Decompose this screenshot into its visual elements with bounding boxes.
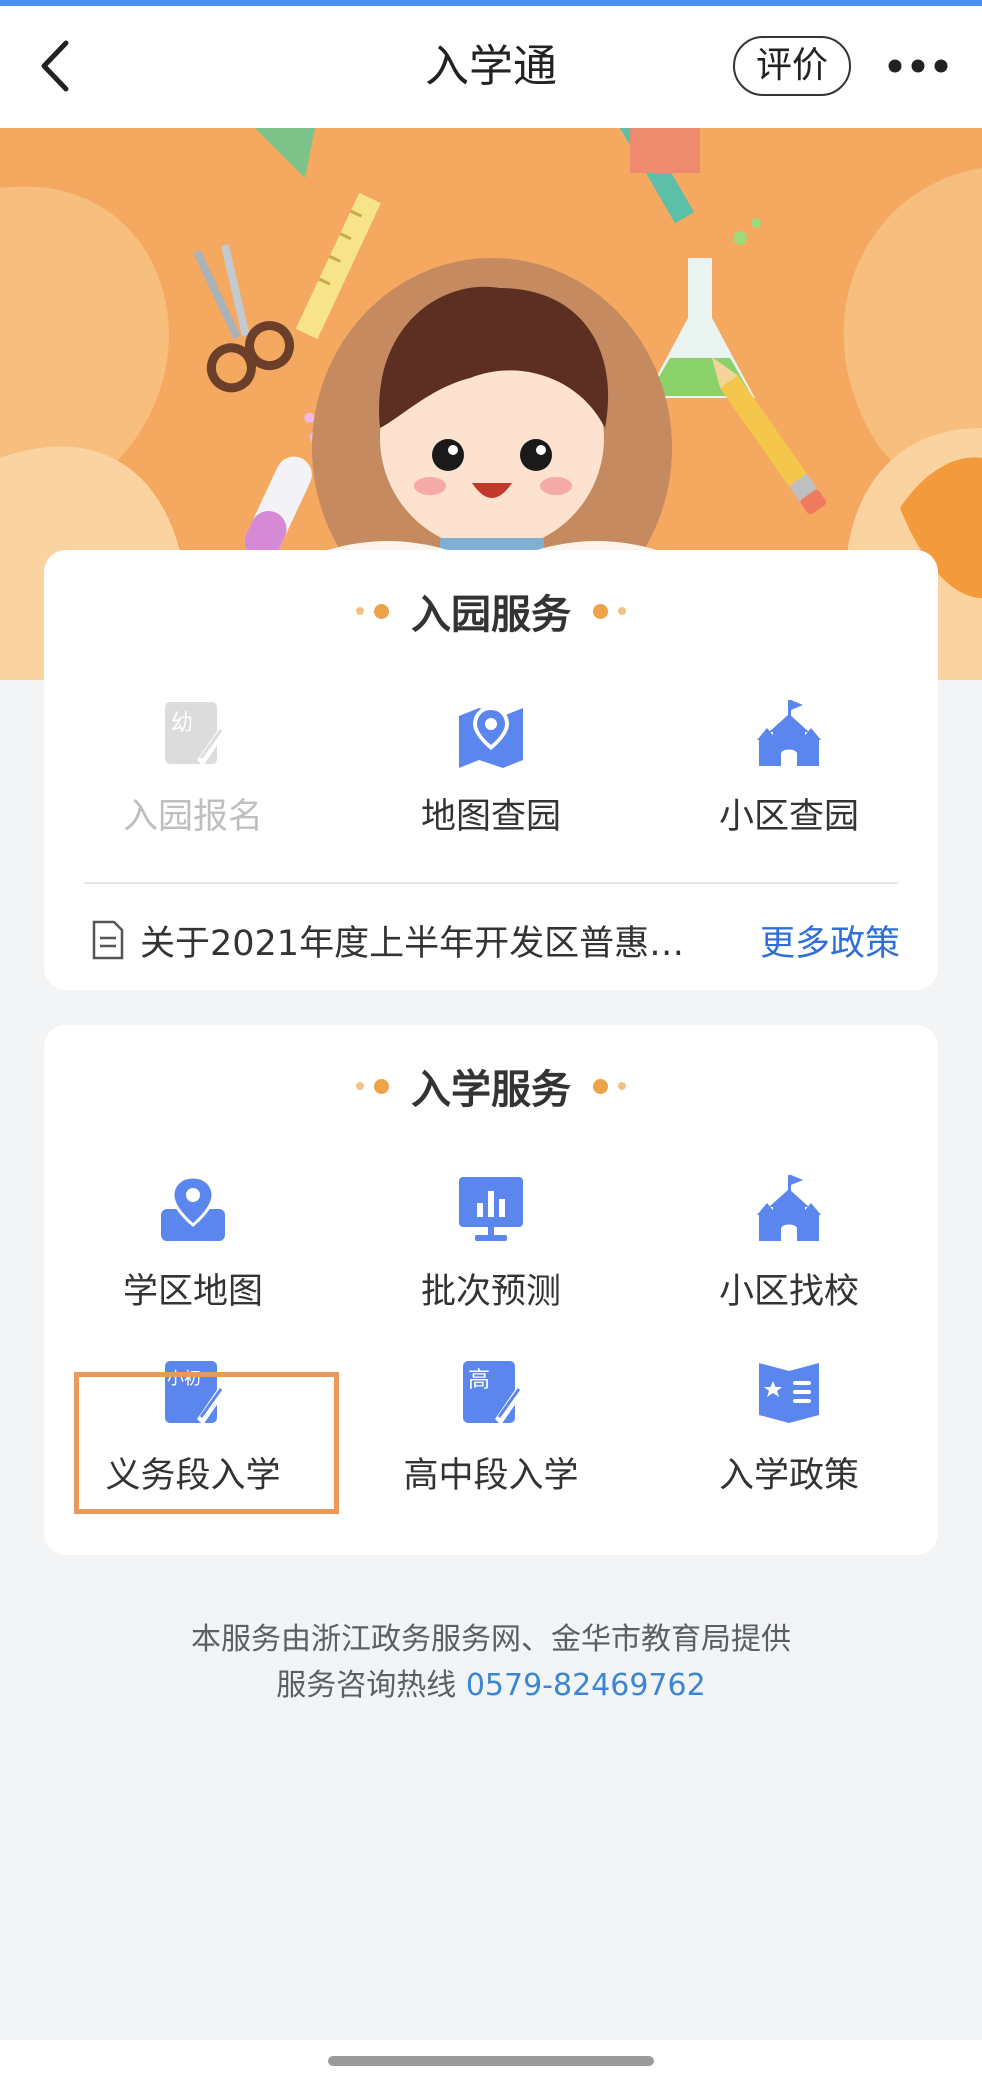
more-button[interactable] — [878, 46, 958, 86]
more-policies-link[interactable]: 更多政策 — [760, 915, 900, 966]
document-icon — [92, 920, 124, 960]
footer-provider-text: 本服务由浙江政务服务网、金华市教育局提供 — [191, 1622, 791, 1657]
icon-badge-text: 高 — [468, 1368, 490, 1393]
chart-board-icon — [459, 1177, 523, 1241]
service-label: 入学政策 — [718, 1456, 859, 1496]
castle-icon — [757, 1175, 821, 1241]
svg-text:幼: 幼 — [171, 711, 193, 736]
service-label: 学区地图 — [122, 1272, 263, 1312]
kindergarten-section-title: 入园服务 — [411, 592, 571, 638]
back-button[interactable] — [26, 36, 86, 96]
rate-button[interactable]: 评价 — [733, 36, 851, 96]
home-indicator[interactable] — [328, 2056, 654, 2066]
footer-hotline: 服务咨询热线 0579-82469762 — [0, 1660, 982, 1704]
policy-book-icon — [759, 1363, 819, 1423]
right-decor-dots — [593, 603, 626, 619]
service-enrollment-policy[interactable]: 入学政策 — [640, 1357, 938, 1498]
service-community-search-kindergarten[interactable]: 小区查园 — [640, 698, 938, 839]
service-label: 入园报名 — [122, 797, 263, 837]
map-location-icon — [161, 1175, 225, 1241]
chevron-left-icon — [41, 40, 69, 92]
service-batch-prediction[interactable]: 批次预测 — [342, 1173, 640, 1314]
navigation-bar: 入学通 评价 — [0, 6, 982, 128]
service-map-search-kindergarten[interactable]: 地图查园 — [342, 698, 640, 839]
policy-notice-link[interactable]: 关于2021年度上半年开发区普惠… — [140, 915, 700, 966]
school-section-title: 入学服务 — [411, 1067, 571, 1113]
kindergarten-service-card: 入园服务 幼 入园报名 地图查园 小区查园 关于2021年度上半年开发区普惠… … — [44, 550, 938, 990]
service-label: 批次预测 — [420, 1272, 561, 1312]
service-label: 地图查园 — [420, 797, 561, 837]
service-school-district-map[interactable]: 学区地图 — [44, 1173, 342, 1314]
service-label: 高中段入学 — [403, 1456, 579, 1496]
school-section-header: 入学服务 — [44, 1057, 938, 1115]
high-school-signup-icon: 高 — [463, 1361, 523, 1425]
more-dots-icon — [888, 59, 948, 73]
service-high-school-enrollment[interactable]: 高 高中段入学 — [342, 1357, 640, 1498]
service-label: 小区查园 — [718, 797, 859, 837]
kindergarten-signup-icon: 幼 — [165, 702, 225, 766]
card-divider — [84, 882, 898, 884]
hotline-label: 服务咨询热线 — [276, 1668, 457, 1703]
castle-icon — [757, 700, 821, 766]
left-decor-dots — [356, 603, 389, 619]
service-label: 小区找校 — [718, 1272, 859, 1312]
hotline-phone-link[interactable]: 0579-82469762 — [466, 1668, 706, 1703]
service-kindergarten-signup[interactable]: 幼 入园报名 — [44, 698, 342, 839]
highlight-box — [74, 1372, 339, 1514]
right-decor-dots — [593, 1078, 626, 1094]
policy-notice-row: 关于2021年度上半年开发区普惠… 更多政策 — [90, 910, 900, 970]
map-pin-icon — [459, 706, 523, 768]
kindergarten-section-header: 入园服务 — [44, 582, 938, 640]
service-community-find-school[interactable]: 小区找校 — [640, 1173, 938, 1314]
left-decor-dots — [356, 1078, 389, 1094]
